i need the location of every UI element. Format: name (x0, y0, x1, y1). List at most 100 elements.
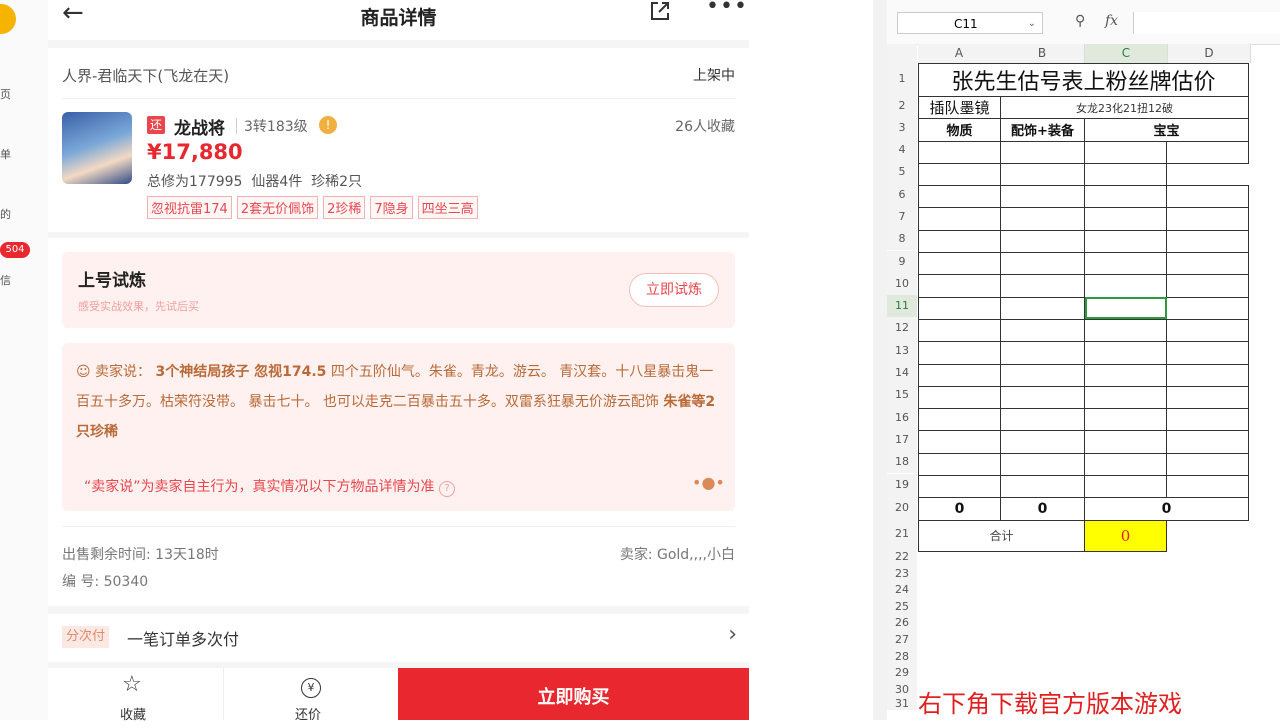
grid-cell[interactable] (1166, 408, 1249, 432)
row-header[interactable]: 15 (887, 384, 917, 407)
grid-cell[interactable] (918, 341, 1001, 365)
grid-cell[interactable] (918, 363, 1001, 387)
row-header[interactable]: 7 (887, 205, 917, 229)
row-header[interactable]: 4 (887, 139, 917, 162)
grid-cell[interactable] (1166, 430, 1249, 454)
row-header[interactable]: 13 (887, 339, 917, 362)
grid-cell[interactable] (1000, 229, 1085, 254)
row-header[interactable]: 14 (887, 362, 917, 385)
grid-cell[interactable] (1166, 475, 1249, 499)
grid-cell[interactable] (1084, 252, 1167, 276)
grid-cell[interactable] (918, 318, 1001, 343)
sum-label-cell[interactable]: 合计 (918, 519, 1085, 552)
row-header[interactable]: 19 (887, 473, 917, 496)
row-header[interactable]: 6 (887, 183, 917, 206)
row-header[interactable]: 5 (887, 161, 917, 184)
grid-cell[interactable] (918, 252, 1001, 276)
name-box[interactable]: C11 ⌄ (897, 12, 1043, 34)
grid-cell[interactable] (1166, 520, 1249, 552)
side-nav-home[interactable]: 页 (0, 86, 11, 102)
side-nav-messages[interactable]: 信 (0, 272, 11, 288)
grid-cell[interactable] (1166, 296, 1249, 320)
column-header-c[interactable]: C (1085, 44, 1168, 63)
row-header[interactable]: 10 (887, 272, 917, 296)
row-header[interactable]: 16 (887, 406, 917, 429)
grid-cell[interactable] (918, 229, 1001, 254)
grid-cell[interactable] (918, 274, 1001, 298)
installment-row[interactable]: 分次付 一笔订单多次付 › (48, 614, 749, 662)
row-header[interactable]: 8 (887, 228, 917, 251)
column-header-d[interactable]: D (1168, 44, 1251, 63)
cell-a2[interactable]: 插队墨镜 (918, 95, 1001, 120)
formula-input[interactable] (1133, 12, 1280, 34)
total-cell[interactable]: 0 (1084, 497, 1249, 521)
grid-cell[interactable] (1000, 140, 1085, 164)
bargain-button-label[interactable]: 还价 (295, 704, 321, 723)
grid-cell[interactable] (1084, 318, 1167, 343)
grid-cell[interactable] (1000, 274, 1085, 298)
grid-cell[interactable] (1000, 185, 1085, 209)
grid-cell[interactable] (918, 207, 1001, 231)
row-header[interactable]: 18 (887, 451, 917, 474)
grid-cell[interactable] (1084, 185, 1167, 209)
more-dots-icon[interactable]: ••• (706, 0, 748, 19)
trial-button[interactable]: 立即试炼 (629, 273, 719, 307)
favorite-button-label[interactable]: 收藏 (120, 704, 146, 723)
grid-cell[interactable] (1166, 162, 1249, 187)
sum-value-cell[interactable]: 0 (1084, 519, 1167, 552)
grid-cell[interactable] (1084, 475, 1167, 499)
row-header[interactable]: 28 (887, 648, 917, 666)
grid-cell[interactable] (1000, 341, 1085, 365)
sheet-title-cell[interactable]: 张先生估号表上粉丝牌估价 (918, 63, 1249, 97)
grid-cell[interactable] (1166, 452, 1249, 477)
grid-cell[interactable] (1000, 475, 1085, 499)
grid-cell[interactable] (1000, 252, 1085, 276)
grid-cell[interactable] (1166, 274, 1249, 298)
row-header[interactable]: 27 (887, 632, 917, 649)
grid-cell[interactable] (1084, 341, 1167, 365)
grid-cell[interactable] (1166, 385, 1249, 410)
row-header[interactable]: 23 (887, 565, 917, 583)
grid-cell[interactable] (918, 408, 1001, 432)
character-avatar[interactable] (62, 112, 132, 184)
grid-cell[interactable] (1084, 408, 1167, 432)
total-cell[interactable]: 0 (918, 497, 1001, 521)
grid-cell[interactable] (918, 452, 1001, 477)
header-cell-material[interactable]: 物质 (918, 118, 1001, 142)
grid-cell[interactable] (1166, 252, 1249, 276)
help-icon[interactable]: ? (438, 481, 455, 497)
grid-cell[interactable] (918, 296, 1001, 320)
row-header[interactable]: 1 (887, 63, 917, 94)
row-header[interactable]: 2 (887, 94, 917, 117)
row-header[interactable]: 26 (887, 615, 917, 632)
grid-cell[interactable] (918, 475, 1001, 499)
select-all-corner[interactable] (887, 44, 917, 63)
column-header-a[interactable]: A (918, 44, 1001, 63)
grid-cell[interactable] (1084, 162, 1167, 187)
grid-cell[interactable] (1166, 229, 1249, 254)
grid-cell[interactable] (1084, 363, 1167, 387)
row-header[interactable]: 24 (887, 582, 917, 599)
grid-cell[interactable] (918, 385, 1001, 410)
row-header[interactable]: 20 (887, 496, 917, 519)
grid-cell[interactable] (1000, 430, 1085, 454)
buy-now-button[interactable]: 立即购买 (398, 668, 749, 720)
row-header[interactable]: 11 (887, 295, 917, 318)
grid-cell[interactable] (1000, 207, 1085, 231)
grid-cell[interactable] (1000, 363, 1085, 387)
grid-cell[interactable] (1084, 385, 1167, 410)
row-header[interactable]: 17 (887, 428, 917, 452)
row-header[interactable]: 9 (887, 250, 917, 273)
side-nav-orders[interactable]: 单 (0, 146, 11, 162)
seller-name[interactable]: 卖家: Gold,,,,小白 (620, 544, 735, 564)
row-header[interactable]: 25 (887, 598, 917, 616)
row-header[interactable]: 31 (887, 698, 917, 711)
row-header[interactable]: 22 (887, 549, 917, 566)
grid-cell[interactable] (1084, 207, 1167, 231)
row-header[interactable]: 29 (887, 665, 917, 682)
grid-cell[interactable] (1000, 452, 1085, 477)
grid-cell[interactable] (1000, 296, 1085, 320)
grid-cell[interactable] (1084, 140, 1167, 164)
grid-cell[interactable] (918, 140, 1001, 164)
star-icon[interactable]: ☆ (122, 672, 142, 697)
